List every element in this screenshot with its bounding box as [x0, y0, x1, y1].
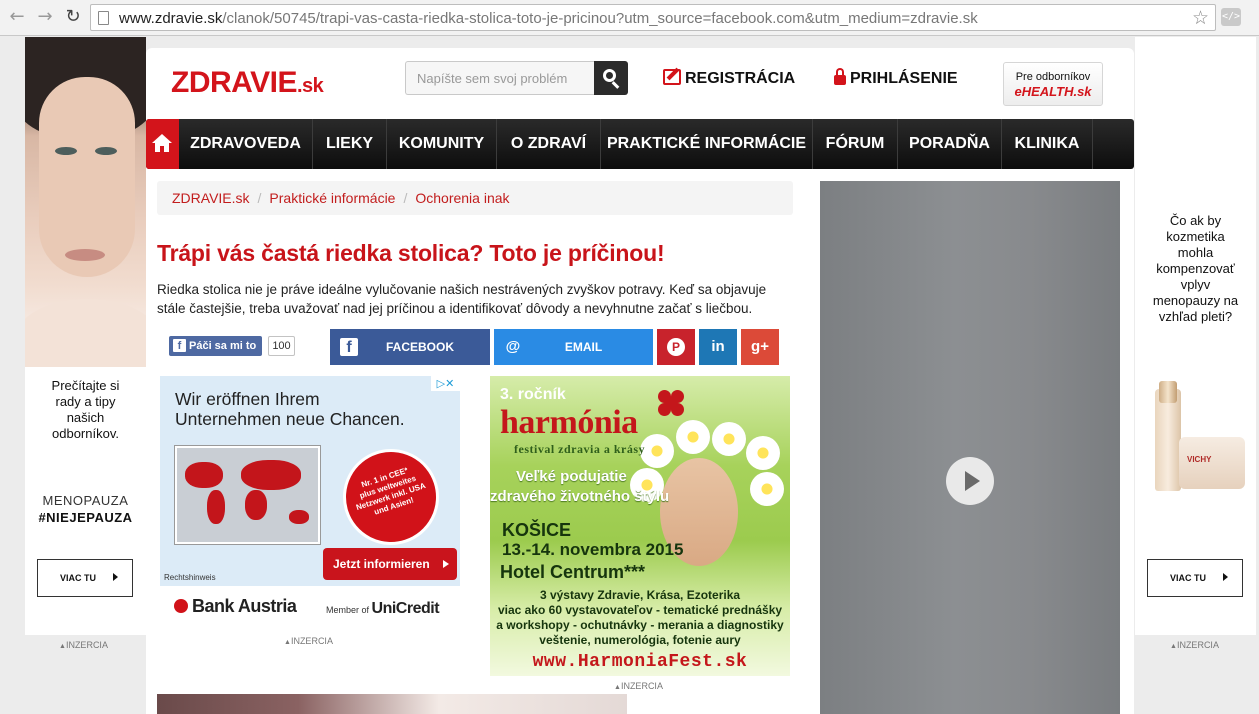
harmonia-website[interactable]: www.HarmoniaFest.sk [490, 652, 790, 672]
share-googleplus-button[interactable]: g+ [741, 329, 779, 365]
unicredit-logo: Member of UniCredit [326, 600, 440, 617]
main-navigation: ZDRAVOVEDA LIEKY KOMUNITY O ZDRAVÍ PRAKT… [146, 119, 1134, 169]
search-icon [603, 69, 616, 82]
left-ad-tag2: #NIEJEPAUZA [38, 510, 133, 525]
extension-code-icon[interactable]: </> [1221, 8, 1241, 26]
right-side-ad[interactable]: Čo ak by kozmetika mohla kompenzovať vpl… [1135, 37, 1256, 635]
pinterest-icon: P [667, 338, 685, 356]
article-image [157, 694, 627, 714]
nav-item-o-zdravi[interactable]: O ZDRAVÍ [497, 119, 601, 169]
google-plus-icon: g+ [751, 338, 769, 355]
ehealth-button[interactable]: Pre odborníkov eHEALTH.sk [1003, 62, 1103, 106]
ad-woman-photo [25, 37, 146, 367]
vichy-logo: VICHY [1187, 455, 1212, 464]
left-ad-tag1: MENOPAUZA [42, 493, 129, 508]
harmonia-logo: harmónia [500, 404, 638, 441]
nav-item-poradna[interactable]: PORADŇA [898, 119, 1002, 169]
search-button[interactable] [594, 61, 628, 95]
bank-ad-headline: Wir eröffnen Ihrem Unternehmen neue Chanc… [175, 389, 405, 429]
main-page: ZDRAVIE.sk REGISTRÁCIA PRIHLÁSENIE Pre o… [146, 48, 1134, 714]
page-icon [98, 11, 109, 25]
clover-icon [656, 388, 686, 418]
lock-icon [834, 68, 846, 85]
share-pinterest-button[interactable]: P [657, 329, 695, 365]
address-bar[interactable]: www.zdravie.sk/clanok/50745/trapi-vas-ca… [90, 4, 1216, 31]
breadcrumb-section[interactable]: Praktické informácie [269, 190, 395, 206]
chevron-right-icon [1223, 573, 1228, 581]
harmonia-tagline2: zdravého životného štýlu [490, 488, 670, 505]
bookmark-star-icon[interactable]: ☆ [1192, 7, 1209, 29]
share-linkedin-button[interactable]: in [699, 329, 737, 365]
breadcrumb: ZDRAVIE.sk / Praktické informácie / Ochoreni… [157, 181, 793, 215]
article-perex: Riedka stolica nie je práve ideálne vylu… [157, 282, 767, 316]
back-arrow-icon[interactable]: ← [6, 6, 28, 28]
facebook-like-button[interactable]: f Páči sa mi to [169, 336, 262, 356]
share-email-button[interactable]: @ EMAIL [494, 329, 653, 365]
harmonia-tagline1: Veľké podujatie [516, 468, 627, 485]
harmonia-dates: 13.-14. novembra 2015 [502, 540, 684, 559]
right-ad-text: Čo ak by kozmetika mohla kompenzovať vpl… [1152, 213, 1239, 324]
home-icon[interactable] [146, 119, 179, 169]
harmonia-ad-inzercia: INZERCIA [614, 681, 663, 691]
address-url[interactable]: www.zdravie.sk/clanok/50745/trapi-vas-ca… [119, 10, 978, 27]
bank-austria-logo: Bank Austria [174, 596, 297, 617]
adchoices-icon[interactable]: ▷✕ [431, 376, 460, 391]
nav-item-lieky[interactable]: LIEKY [313, 119, 387, 169]
harmonia-city: KOŠICE [502, 520, 572, 540]
video-player[interactable] [820, 181, 1120, 714]
left-ad-more-button[interactable]: VIAC TU [37, 559, 133, 597]
nav-item-klinika[interactable]: KLINIKA [1002, 119, 1093, 169]
register-link[interactable]: REGISTRÁCIA [663, 69, 795, 88]
nav-item-zdravoveda[interactable]: ZDRAVOVEDA [179, 119, 313, 169]
harmonia-festival-ad[interactable]: 3. ročník harmónia festival zdravia a kr… [490, 376, 790, 676]
reload-icon[interactable]: ↻ [62, 6, 84, 28]
harmonia-venue: Hotel Centrum*** [500, 562, 646, 582]
like-count: 100 [268, 336, 295, 356]
site-logo[interactable]: ZDRAVIE.sk [171, 66, 324, 100]
bank-ad-cta-button[interactable]: Jetzt informieren [323, 548, 457, 580]
chevron-right-icon [113, 573, 118, 581]
facebook-icon: f [173, 339, 186, 352]
right-ad-more-button[interactable]: VIAC TU [1147, 559, 1243, 597]
linkedin-icon: in [711, 338, 725, 355]
bank-austria-ad[interactable]: Wir eröffnen Ihrem Unternehmen neue Chanc… [160, 376, 460, 626]
breadcrumb-home[interactable]: ZDRAVIE.sk [172, 190, 250, 206]
harmonia-edition: 3. ročník [500, 386, 566, 403]
search-box [405, 61, 628, 95]
forward-arrow-icon[interactable]: → [34, 6, 56, 28]
harmonia-subtitle: festival zdravia a krásy [514, 442, 645, 456]
play-icon[interactable] [946, 457, 994, 505]
bank-ad-inzercia: INZERCIA [284, 636, 333, 646]
edit-icon [663, 69, 681, 85]
nav-item-forum[interactable]: FÓRUM [813, 119, 898, 169]
breadcrumb-category[interactable]: Ochorenia inak [415, 190, 509, 206]
bank-ad-legal[interactable]: Rechtshinweis [164, 573, 216, 582]
bank-ad-badge: Nr. 1 in CEE* plus weltweites Netzwerk ink… [330, 436, 452, 558]
search-input[interactable] [405, 61, 595, 95]
vichy-product-image: VICHY [1145, 381, 1250, 497]
login-link[interactable]: PRIHLÁSENIE [834, 68, 958, 88]
left-side-ad[interactable]: Prečítajte si rady a tipy našich odborní… [25, 37, 146, 635]
nav-item-prakticke-informacie[interactable]: PRAKTICKÉ INFORMÁCIE [601, 119, 813, 169]
right-ad-inzercia: INZERCIA [1170, 640, 1219, 650]
left-ad-inzercia: INZERCIA [59, 640, 108, 650]
harmonia-program: 3 výstavy Zdravie, Krása, Ezoterika viac … [496, 588, 784, 647]
world-map-image [175, 446, 320, 544]
article-title: Trápi vás častá riedka stolica? Toto je … [157, 240, 665, 266]
browser-toolbar: ← → ↻ www.zdravie.sk/clanok/50745/trapi-… [0, 0, 1259, 36]
share-facebook-button[interactable]: f FACEBOOK [330, 329, 490, 365]
left-ad-text: Prečítajte si rady a tipy našich odborní… [51, 378, 120, 441]
nav-item-komunity[interactable]: KOMUNITY [387, 119, 497, 169]
